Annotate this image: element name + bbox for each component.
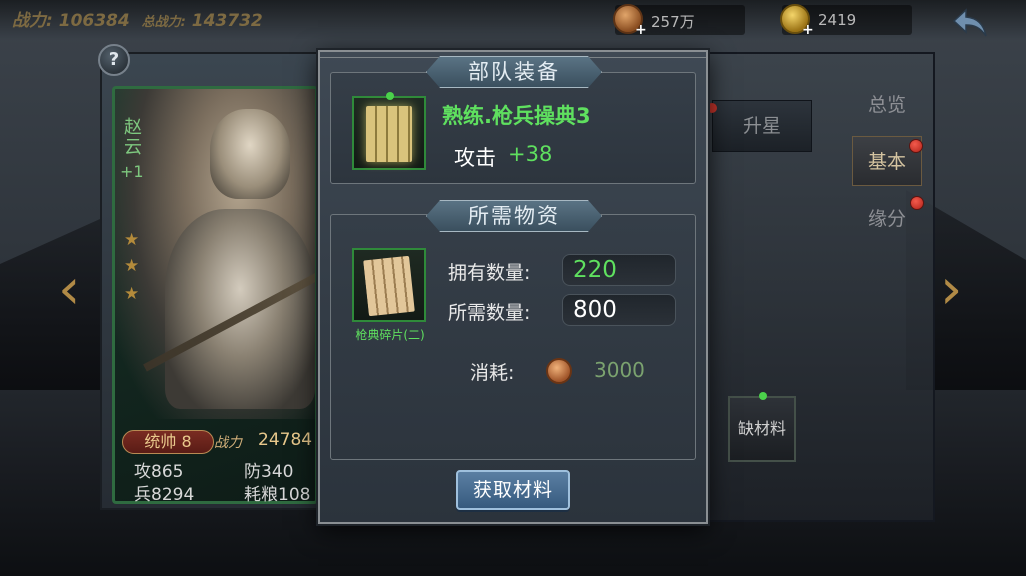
- get-materials-button[interactable]: 获取材料: [456, 470, 570, 510]
- top-bar: 战力: 106384 总战力: 143732 + 257万 + 2419: [0, 0, 1026, 40]
- hero-combat-label: 战力: [214, 435, 242, 451]
- notification-dot-icon: [909, 139, 923, 153]
- equipment-section-title: 部队装备: [426, 56, 602, 88]
- tab-basic-label: 基本: [867, 151, 906, 173]
- tab-overview[interactable]: 总览: [852, 80, 922, 130]
- power-display: 战力: 106384 总战力: 143732: [12, 6, 263, 31]
- prev-hero-arrow-icon[interactable]: ‹: [58, 262, 80, 318]
- equipment-stat-label: 攻击: [454, 146, 496, 170]
- cost-value: 3000: [594, 358, 645, 382]
- fragment-scroll-icon: [363, 255, 415, 317]
- notification-dot-icon: [707, 103, 717, 113]
- power-label: 战力:: [12, 11, 53, 31]
- hero-name: 赵云: [124, 117, 142, 158]
- equipment-modal: 部队装备 熟练.枪兵操典3 攻击 +38 所需物资 枪典碎片(二) 拥有数量: …: [318, 50, 708, 524]
- power-value: 106384: [58, 11, 130, 31]
- star-icon: ★: [124, 284, 140, 304]
- hero-defense: 防340: [244, 462, 294, 482]
- tab-star-up[interactable]: 升星: [707, 100, 812, 152]
- cost-label: 消耗:: [470, 362, 515, 384]
- star-icon: ★: [124, 256, 140, 276]
- hero-helmet: [210, 109, 290, 199]
- hero-portrait: [115, 89, 315, 419]
- equipment-stat-value: +38: [508, 142, 553, 166]
- add-copper-icon[interactable]: +: [635, 22, 647, 38]
- equipment-name: 熟练.枪兵操典3: [442, 104, 591, 128]
- hero-food-cost: 耗粮108: [244, 485, 311, 505]
- total-power-label: 总战力:: [141, 15, 186, 30]
- lack-materials-label: 缺材料: [737, 419, 786, 438]
- hero-rank-badge: 统帅 8: [122, 430, 214, 454]
- gold-resource[interactable]: + 2419: [780, 4, 912, 38]
- hero-level-plus: +1: [120, 162, 144, 181]
- gold-amount: 2419: [818, 11, 857, 29]
- hero-armor: [165, 209, 315, 409]
- copper-resource[interactable]: + 257万: [613, 4, 745, 38]
- add-gold-icon[interactable]: +: [802, 22, 814, 38]
- owned-quantity-label: 拥有数量:: [448, 262, 531, 284]
- owned-quantity-value: 220: [562, 254, 676, 286]
- next-hero-arrow-icon[interactable]: ›: [940, 262, 962, 318]
- fragment-name: 枪典碎片(二): [355, 328, 425, 342]
- hero-attack: 攻865: [134, 462, 184, 482]
- gem-icon: [386, 92, 394, 100]
- star-icon: ★: [124, 230, 140, 250]
- equipment-item-slot[interactable]: [352, 92, 426, 170]
- tab-fate-label: 缘分: [867, 208, 906, 230]
- fragment-item-slot[interactable]: [352, 248, 426, 322]
- tab-star-up-label: 升星: [742, 115, 781, 137]
- notification-dot-icon: [910, 196, 924, 210]
- copper-amount: 257万: [651, 13, 695, 31]
- total-power-value: 143732: [191, 11, 263, 31]
- hero-troops: 兵8294: [134, 485, 195, 505]
- lack-materials-button[interactable]: 缺材料: [728, 392, 796, 462]
- tab-fate[interactable]: 缘分: [852, 194, 924, 244]
- help-icon[interactable]: ?: [98, 44, 130, 76]
- tab-basic[interactable]: 基本: [852, 136, 923, 186]
- copper-coin-icon: [546, 358, 572, 384]
- manual-scroll-icon: [366, 106, 412, 162]
- required-quantity-label: 所需数量:: [448, 302, 531, 324]
- gem-icon: [759, 392, 767, 400]
- materials-section-title: 所需物资: [426, 200, 602, 232]
- required-quantity-value: 800: [562, 294, 676, 326]
- hero-combat-value: 24784: [258, 430, 313, 450]
- back-arrow-icon[interactable]: [950, 8, 990, 38]
